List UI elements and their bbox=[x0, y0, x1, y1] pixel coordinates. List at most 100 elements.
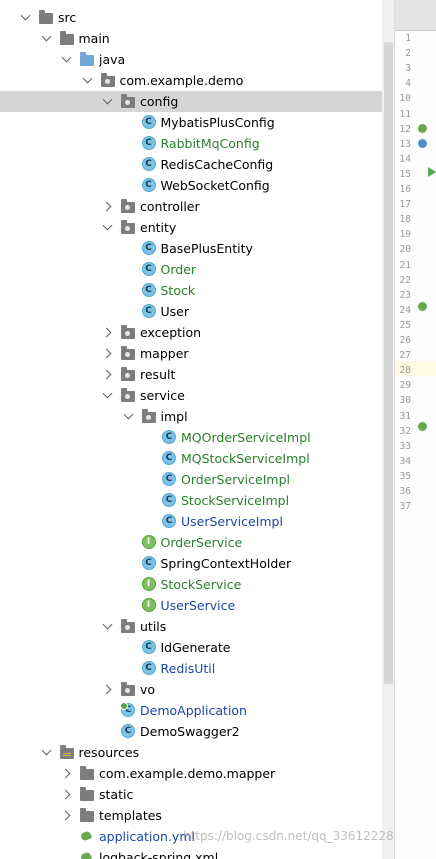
project-tree: src main java com.example.demo config C Mybati… bbox=[0, 0, 382, 859]
tree-item[interactable]: C User bbox=[0, 301, 382, 322]
class-c-icon: C bbox=[141, 115, 156, 129]
chevron-down-icon[interactable] bbox=[101, 91, 115, 112]
tree-item-label: result bbox=[140, 367, 176, 382]
tree-item[interactable]: C MQStockServiceImpl bbox=[0, 448, 382, 469]
line-number: 14 bbox=[399, 153, 411, 165]
tree-item[interactable]: C DemoSwagger2 bbox=[0, 721, 382, 742]
line-number: 1 bbox=[405, 33, 411, 44]
tree-item[interactable]: controller bbox=[0, 196, 382, 217]
tree-item[interactable]: service bbox=[0, 385, 382, 406]
tree-item[interactable]: C UserServiceImpl bbox=[0, 511, 382, 532]
tree-item[interactable]: C RedisCacheConfig bbox=[0, 154, 382, 175]
chevron-right-icon[interactable] bbox=[101, 679, 115, 700]
tree-item[interactable]: logback-spring.xml bbox=[0, 847, 382, 859]
chevron-right-icon[interactable] bbox=[101, 364, 115, 385]
tree-item[interactable]: C RabbitMqConfig bbox=[0, 133, 382, 154]
tree-item[interactable]: utils bbox=[0, 616, 382, 637]
package-icon bbox=[121, 325, 135, 339]
class-c-icon: C bbox=[162, 493, 176, 507]
line-number: 31 bbox=[399, 410, 411, 422]
class-c-icon: C bbox=[141, 640, 156, 654]
tree-item[interactable]: templates bbox=[0, 805, 382, 826]
tree-item-label: Stock bbox=[160, 283, 196, 298]
class-c-icon: C bbox=[141, 661, 156, 675]
tree-item[interactable]: C MQOrderServiceImpl bbox=[0, 427, 382, 448]
class-c-icon: C bbox=[141, 262, 156, 276]
tree-item[interactable]: result bbox=[0, 364, 382, 385]
tree-item[interactable]: resources bbox=[0, 742, 382, 763]
tree-scrollbar-thumb[interactable] bbox=[384, 42, 393, 684]
class-c-icon: C bbox=[162, 472, 176, 486]
override-gutter-icon[interactable] bbox=[418, 422, 427, 431]
package-icon bbox=[121, 619, 135, 633]
chevron-down-icon[interactable] bbox=[81, 70, 95, 91]
tree-item-label: logback-spring.xml bbox=[99, 850, 219, 859]
package-icon bbox=[100, 73, 115, 87]
chevron-right-icon[interactable] bbox=[60, 763, 74, 784]
tree-item[interactable]: mapper bbox=[0, 343, 382, 364]
tree-item-label: exception bbox=[140, 325, 202, 340]
watermark: https://blog.csdn.net/qq_33612228 bbox=[183, 829, 394, 843]
chevron-down-icon[interactable] bbox=[40, 742, 54, 763]
tree-item-label: MybatisPlusConfig bbox=[160, 115, 275, 130]
tree-item[interactable]: config bbox=[0, 91, 382, 112]
tree-item[interactable]: static bbox=[0, 784, 382, 805]
tree-item[interactable]: C StockServiceImpl bbox=[0, 490, 382, 511]
tree-item[interactable]: I UserService bbox=[0, 595, 382, 616]
tree-item[interactable]: src bbox=[0, 7, 382, 28]
chevron-down-icon[interactable] bbox=[60, 49, 74, 70]
tree-item[interactable]: I OrderService bbox=[0, 532, 382, 553]
tree-item[interactable]: com.example.demo.mapper bbox=[0, 763, 382, 784]
tree-item[interactable]: java bbox=[0, 49, 382, 70]
bean-gutter-icon[interactable] bbox=[418, 124, 427, 133]
tree-item[interactable]: C IdGenerate bbox=[0, 637, 382, 658]
tree-item[interactable]: C WebSocketConfig bbox=[0, 175, 382, 196]
tree-item[interactable]: C Stock bbox=[0, 280, 382, 301]
tree-item-label: config bbox=[140, 94, 179, 109]
tree-item[interactable]: C OrderServiceImpl bbox=[0, 469, 382, 490]
line-number: 12 bbox=[399, 123, 411, 135]
folder-icon bbox=[80, 52, 94, 66]
tree-item[interactable]: entity bbox=[0, 217, 382, 238]
tree-item-label: static bbox=[99, 787, 134, 802]
tree-item[interactable]: C RedisUtil bbox=[0, 658, 382, 679]
chevron-down-icon[interactable] bbox=[40, 28, 54, 49]
chevron-right-icon[interactable] bbox=[60, 784, 74, 805]
tree-item[interactable]: C BasePlusEntity bbox=[0, 238, 382, 259]
chevron-down-icon[interactable] bbox=[101, 385, 115, 406]
tree-item[interactable]: C Order bbox=[0, 259, 382, 280]
tree-item[interactable]: vo bbox=[0, 679, 382, 700]
folder-icon bbox=[80, 787, 94, 801]
folder-icon bbox=[80, 808, 94, 822]
class-c-icon: C bbox=[141, 136, 156, 150]
line-number: 19 bbox=[399, 229, 411, 241]
tree-item[interactable]: C MybatisPlusConfig bbox=[0, 112, 382, 133]
bean-gutter-icon[interactable] bbox=[418, 139, 427, 148]
class-c-icon: C bbox=[162, 430, 176, 444]
chevron-right-icon[interactable] bbox=[101, 322, 115, 343]
tree-item[interactable]: com.example.demo bbox=[0, 70, 382, 91]
line-number: 20 bbox=[399, 244, 411, 256]
chevron-down-icon[interactable] bbox=[101, 217, 115, 238]
package-icon bbox=[141, 409, 156, 423]
bean-gutter-icon[interactable] bbox=[418, 302, 427, 311]
chevron-right-icon[interactable] bbox=[60, 805, 74, 826]
line-number: 25 bbox=[399, 319, 411, 331]
tree-item-label: BasePlusEntity bbox=[160, 241, 253, 256]
tree-item-label: com.example.demo bbox=[119, 73, 244, 88]
chevron-right-icon[interactable] bbox=[101, 196, 115, 217]
chevron-right-icon[interactable] bbox=[101, 343, 115, 364]
editor-tab-strip[interactable] bbox=[395, 0, 436, 31]
chevron-down-icon[interactable] bbox=[122, 406, 136, 427]
tree-item[interactable]: exception bbox=[0, 322, 382, 343]
line-number: 3 bbox=[405, 63, 411, 75]
tree-item[interactable]: C SpringContextHolder bbox=[0, 553, 382, 574]
chevron-down-icon[interactable] bbox=[19, 7, 33, 28]
tree-item[interactable]: main bbox=[0, 28, 382, 49]
tree-item[interactable]: impl bbox=[0, 406, 382, 427]
tree-item[interactable]: I StockService bbox=[0, 574, 382, 595]
chevron-down-icon[interactable] bbox=[101, 616, 115, 637]
tree-item[interactable]: C DemoApplication bbox=[0, 700, 382, 721]
run-gutter-icon[interactable] bbox=[428, 167, 436, 177]
line-number: 29 bbox=[399, 380, 411, 392]
